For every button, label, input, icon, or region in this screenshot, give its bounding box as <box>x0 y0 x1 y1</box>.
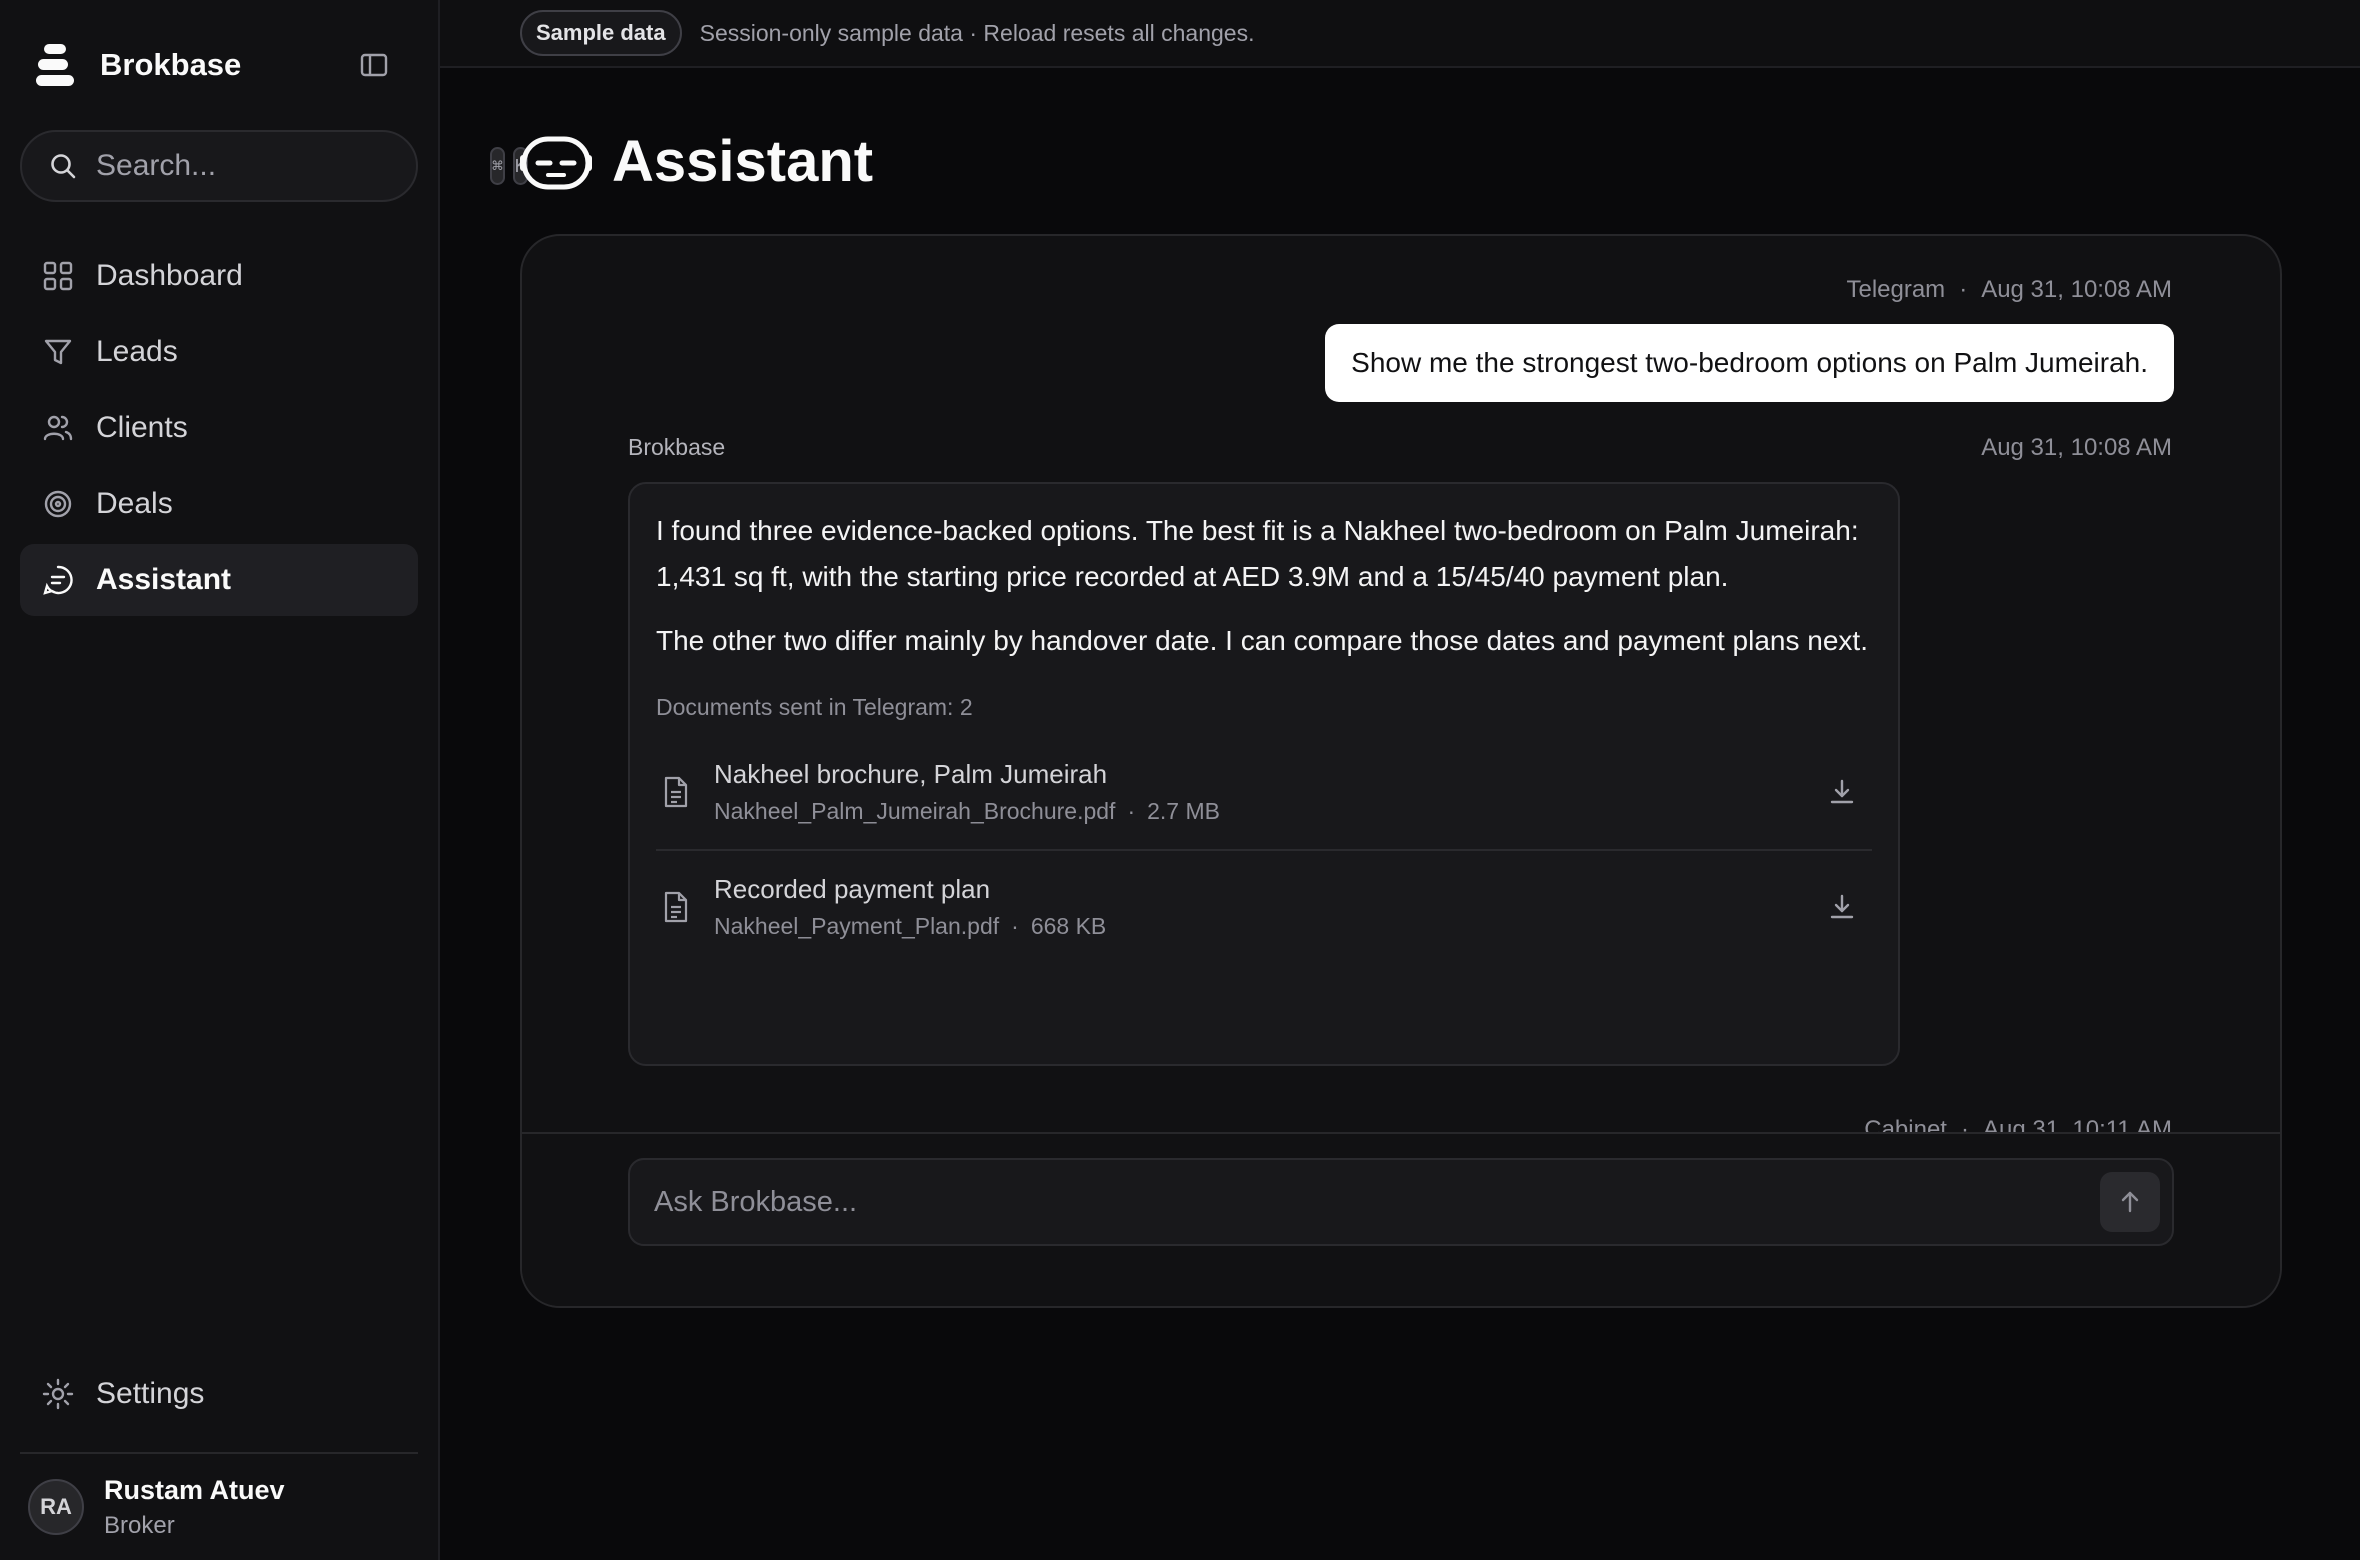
composer[interactable] <box>628 1158 2174 1246</box>
sidebar-item-label: Settings <box>96 1377 205 1410</box>
download-icon[interactable] <box>1820 885 1864 929</box>
sidebar-item-deals[interactable]: Deals <box>20 468 418 540</box>
message-input[interactable] <box>654 1185 2100 1219</box>
document-title: Nakheel brochure, Palm Jumeirah <box>714 759 1108 789</box>
message-list[interactable]: Telegram · Aug 31, 10:08 AM Show me the … <box>522 236 2280 1136</box>
document-filename: Nakheel_Palm_Jumeirah_Brochure.pdf <box>714 798 1116 824</box>
brokbase-logo-icon <box>34 42 80 88</box>
main-content: Sample data Session-only sample data · R… <box>440 0 2360 1560</box>
file-icon <box>660 774 692 810</box>
documents-label: Documents sent in Telegram: 2 <box>656 694 973 720</box>
document-text: Nakheel brochure, Palm Jumeirah Nakheel_… <box>714 759 1820 825</box>
app-root: Brokbase ⌘ K <box>0 0 2360 1560</box>
sidebar-toggle-icon[interactable] <box>354 45 394 85</box>
bot-paragraph: I found three evidence-backed options. T… <box>656 515 1859 592</box>
document-list: Nakheel brochure, Palm Jumeirah Nakheel_… <box>656 735 1872 963</box>
sample-data-banner: Sample data Session-only sample data · R… <box>440 0 2360 68</box>
document-text: Recorded payment plan Nakheel_Payment_Pl… <box>714 874 1820 940</box>
sidebar-item-leads[interactable]: Leads <box>20 316 418 388</box>
sidebar-item-clients[interactable]: Clients <box>20 392 418 464</box>
sidebar-item-label: Assistant <box>96 563 232 596</box>
meta-separator: · <box>1127 798 1136 824</box>
user-role: Broker <box>104 1511 175 1539</box>
sidebar-nav: Dashboard Leads Clients Deals Assistant <box>20 240 418 616</box>
chat-icon <box>40 562 76 598</box>
document-meta: Nakheel_Palm_Jumeirah_Brochure.pdf · 2.7… <box>714 798 1820 825</box>
sidebar: Brokbase ⌘ K <box>0 0 528 1560</box>
bot-paragraph: The other two differ mainly by handover … <box>656 625 1868 656</box>
search-icon <box>48 149 78 183</box>
funnel-icon <box>40 334 76 370</box>
user-name: Rustam Atuev <box>104 1474 285 1505</box>
document-size: 668 KB <box>1030 913 1107 939</box>
user-profile[interactable]: RA Rustam Atuev Broker <box>20 1454 418 1560</box>
document-filename: Nakheel_Payment_Plan.pdf <box>714 913 1000 939</box>
search-box[interactable]: ⌘ K <box>20 130 528 202</box>
document-title: Recorded payment plan <box>714 874 991 904</box>
sidebar-item-settings[interactable]: Settings <box>20 1358 418 1430</box>
bot-message-bubble: I found three evidence-backed options. T… <box>628 482 1900 1066</box>
message-channel: Telegram <box>1846 276 1946 303</box>
users-icon <box>40 410 76 446</box>
document-size: 2.7 MB <box>1147 798 1220 824</box>
user-info: Rustam Atuev Broker <box>104 1475 285 1540</box>
message-time: Aug 31, 10:08 AM <box>1981 276 2172 303</box>
assistant-bot-icon <box>520 125 592 197</box>
document-row[interactable]: Nakheel brochure, Palm Jumeirah Nakheel_… <box>656 735 1872 849</box>
brand-name: Brokbase <box>100 47 242 82</box>
sidebar-item-dashboard[interactable]: Dashboard <box>20 240 418 312</box>
search-input[interactable] <box>96 149 482 183</box>
banner-text: Session-only sample data · Reload resets… <box>699 19 1255 46</box>
sidebar-item-label: Deals <box>96 487 173 520</box>
download-icon[interactable] <box>1820 770 1864 814</box>
page-header: Assistant <box>440 68 2360 234</box>
sample-data-badge: Sample data <box>520 10 682 56</box>
arrow-up-icon <box>2121 1191 2139 1213</box>
brand-row: Brokbase <box>20 0 418 130</box>
user-message-bubble: Show me the strongest two-bedroom option… <box>1325 324 2174 402</box>
avatar: RA <box>28 1479 84 1535</box>
meta-separator: · <box>1011 913 1019 939</box>
bot-sender-name: Brokbase <box>628 434 726 460</box>
page-title: Assistant <box>612 128 874 194</box>
document-row[interactable]: Recorded payment plan Nakheel_Payment_Pl… <box>656 849 1872 963</box>
sidebar-item-label: Dashboard <box>96 259 243 292</box>
send-button[interactable] <box>2100 1172 2160 1232</box>
sidebar-item-label: Clients <box>96 411 188 444</box>
chat-panel: Telegram · Aug 31, 10:08 AM Show me the … <box>520 234 2282 1308</box>
user-message-meta: Telegram · Aug 31, 10:08 AM <box>1846 276 2172 304</box>
target-icon <box>40 486 76 522</box>
sun-gear-icon <box>40 1376 76 1412</box>
sidebar-item-assistant[interactable]: Assistant <box>20 544 418 616</box>
bot-message-time: Aug 31, 10:08 AM <box>1981 434 2172 461</box>
file-icon <box>660 889 692 925</box>
sidebar-item-label: Leads <box>96 335 178 368</box>
meta-separator: · <box>1959 276 1968 303</box>
composer-area <box>522 1132 2280 1306</box>
grid-icon <box>40 258 76 294</box>
document-meta: Nakheel_Payment_Plan.pdf · 668 KB <box>714 913 1820 940</box>
